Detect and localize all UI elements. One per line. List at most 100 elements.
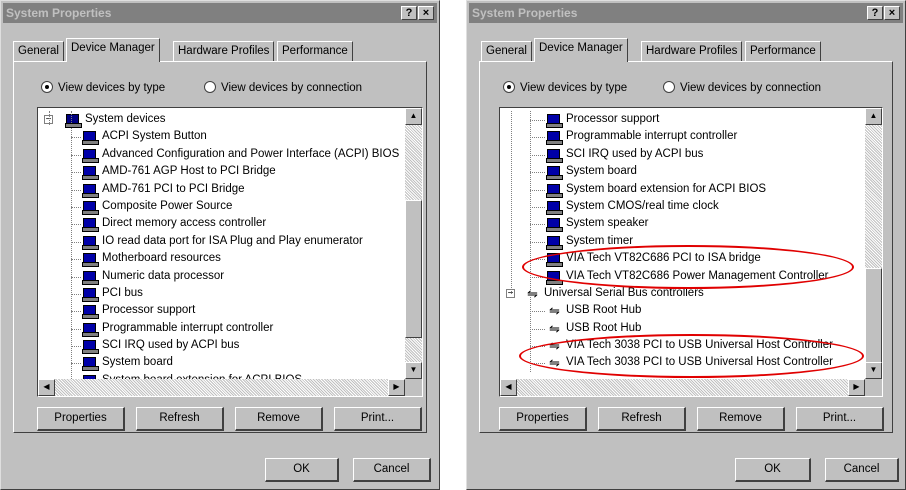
scroll-right-arrow-icon[interactable]: ▶: [388, 379, 405, 396]
device-label: System timer: [566, 234, 634, 247]
device-icon: [82, 270, 99, 285]
tab-general[interactable]: General: [13, 41, 64, 61]
device-tree[interactable]: Processor support Programmable interrupt …: [499, 107, 883, 397]
tree-connector: [530, 206, 545, 208]
device-tree[interactable]: − System devices ACPI System Button Advance…: [37, 107, 423, 397]
tree-connector: [530, 120, 545, 121]
tree-row[interactable]: ⇋ USB Root Hub: [500, 320, 864, 337]
view-by-connection-radio[interactable]: View devices by connection: [204, 81, 362, 94]
close-button[interactable]: ×: [884, 6, 900, 20]
tree-row[interactable]: System speaker: [500, 215, 864, 233]
help-button[interactable]: ?: [401, 6, 417, 20]
tab-performance[interactable]: Performance: [745, 41, 821, 61]
tree-row[interactable]: − ⇋ Universal Serial Bus controllers: [500, 285, 864, 302]
tree-row[interactable]: IO read data port for ISA Plug and Play …: [38, 233, 404, 250]
properties-button[interactable]: Properties: [499, 407, 587, 431]
tree-row[interactable]: ACPI System Button: [38, 128, 404, 146]
refresh-button[interactable]: Refresh: [136, 407, 224, 431]
tab-general[interactable]: General: [481, 41, 532, 61]
device-label: Advanced Configuration and Power Interfa…: [102, 147, 400, 160]
scrollbar-thumb[interactable]: [865, 268, 882, 364]
tab-device-manager[interactable]: Device Manager: [66, 38, 160, 62]
tree-connector: [530, 259, 545, 261]
tree-row[interactable]: Processor support: [500, 111, 864, 128]
tree-guide-line: [71, 111, 72, 390]
device-icon: [82, 253, 99, 268]
tree-row[interactable]: System CMOS/real time clock: [500, 198, 864, 215]
close-button[interactable]: ×: [418, 6, 434, 20]
ok-button[interactable]: OK: [735, 458, 811, 482]
tree-row[interactable]: ⇋ VIA Tech 3038 PCI to USB Universal Host…: [500, 337, 864, 354]
vertical-scrollbar[interactable]: ▲ ▼: [405, 108, 422, 379]
tree-row[interactable]: Programmable interrupt controller: [500, 128, 864, 146]
tree-connector: [71, 311, 81, 313]
device-icon: [546, 131, 563, 146]
scrollbar-thumb[interactable]: [405, 200, 422, 338]
tree-row[interactable]: Motherboard resources: [38, 250, 404, 268]
horizontal-scrollbar[interactable]: ◀ ▶: [38, 379, 405, 396]
scroll-up-arrow-icon[interactable]: ▲: [405, 108, 422, 125]
tree-row[interactable]: ⇋ USB Root Hub: [500, 302, 864, 319]
tree-row[interactable]: System board extension for ACPI BIOS: [500, 181, 864, 198]
device-icon: [82, 218, 99, 233]
tree-row[interactable]: Advanced Configuration and Power Interfa…: [38, 146, 404, 163]
tree-row[interactable]: Numeric data processor: [38, 268, 404, 285]
print-button[interactable]: Print...: [796, 407, 884, 431]
device-label: PCI bus: [102, 286, 143, 299]
usb-icon: ⇋: [549, 303, 560, 319]
ok-button[interactable]: OK: [265, 458, 339, 482]
tab-device-manager[interactable]: Device Manager: [534, 38, 628, 62]
scroll-left-arrow-icon[interactable]: ◀: [38, 379, 55, 396]
help-button[interactable]: ?: [867, 6, 883, 20]
tab-performance[interactable]: Performance: [277, 41, 353, 61]
tree-row[interactable]: Processor support: [38, 302, 404, 320]
view-by-type-radio[interactable]: View devices by type: [41, 81, 165, 94]
remove-button[interactable]: Remove: [235, 407, 323, 431]
horizontal-scrollbar[interactable]: ◀ ▶: [500, 379, 865, 396]
tab-hardware-profiles[interactable]: Hardware Profiles: [641, 41, 743, 61]
tree-connector: [71, 172, 81, 174]
refresh-button[interactable]: Refresh: [598, 407, 686, 431]
tree-row[interactable]: SCI IRQ used by ACPI bus: [38, 337, 404, 355]
tree-row[interactable]: System board: [500, 163, 864, 181]
usb-icon: ⇋: [549, 355, 560, 371]
tree-row[interactable]: Direct memory access controller: [38, 215, 404, 233]
tree-row[interactable]: System timer: [500, 233, 864, 250]
tree-row[interactable]: PCI bus: [38, 285, 404, 302]
tree-row[interactable]: − System devices: [38, 111, 404, 128]
tree-connector: [530, 346, 545, 348]
tree-connector: [71, 276, 81, 278]
scroll-right-arrow-icon[interactable]: ▶: [848, 379, 865, 396]
tree-row[interactable]: VIA Tech VT82C686 Power Management Contr…: [500, 268, 864, 285]
scroll-left-arrow-icon[interactable]: ◀: [500, 379, 517, 396]
cancel-button[interactable]: Cancel: [353, 458, 431, 482]
cancel-button[interactable]: Cancel: [825, 458, 899, 482]
print-button[interactable]: Print...: [334, 407, 422, 431]
view-by-type-radio[interactable]: View devices by type: [503, 81, 627, 94]
scroll-down-arrow-icon[interactable]: ▼: [405, 362, 422, 379]
device-label: Numeric data processor: [102, 269, 225, 282]
view-by-connection-radio[interactable]: View devices by connection: [663, 81, 821, 94]
scroll-up-arrow-icon[interactable]: ▲: [865, 108, 882, 125]
tree-row[interactable]: Programmable interrupt controller: [38, 320, 404, 337]
tree-connector: [530, 311, 545, 313]
tree-row[interactable]: VIA Tech VT82C686 PCI to ISA bridge: [500, 250, 864, 268]
device-label: System speaker: [566, 217, 649, 230]
tree-connector: [71, 346, 81, 348]
tab-hardware-profiles[interactable]: Hardware Profiles: [173, 41, 275, 61]
tree-row[interactable]: System board: [38, 354, 404, 372]
tree-row[interactable]: Composite Power Source: [38, 198, 404, 215]
device-label: VIA Tech 3038 PCI to USB Universal Host …: [566, 339, 833, 352]
view-by-type-label: View devices by type: [520, 82, 628, 94]
tree-root-line: [49, 111, 50, 125]
properties-button[interactable]: Properties: [37, 407, 125, 431]
tree-row[interactable]: ⇋ VIA Tech 3038 PCI to USB Universal Host…: [500, 354, 864, 371]
tree-row[interactable]: AMD-761 AGP Host to PCI Bridge: [38, 163, 404, 181]
vertical-scrollbar[interactable]: ▲ ▼: [865, 108, 882, 379]
tree-row[interactable]: SCI IRQ used by ACPI bus: [500, 146, 864, 163]
device-label: Universal Serial Bus controllers: [544, 286, 704, 299]
radio-unselected-icon: [663, 81, 675, 93]
tree-row[interactable]: AMD-761 PCI to PCI Bridge: [38, 181, 404, 198]
remove-button[interactable]: Remove: [697, 407, 785, 431]
scroll-down-arrow-icon[interactable]: ▼: [865, 362, 882, 379]
